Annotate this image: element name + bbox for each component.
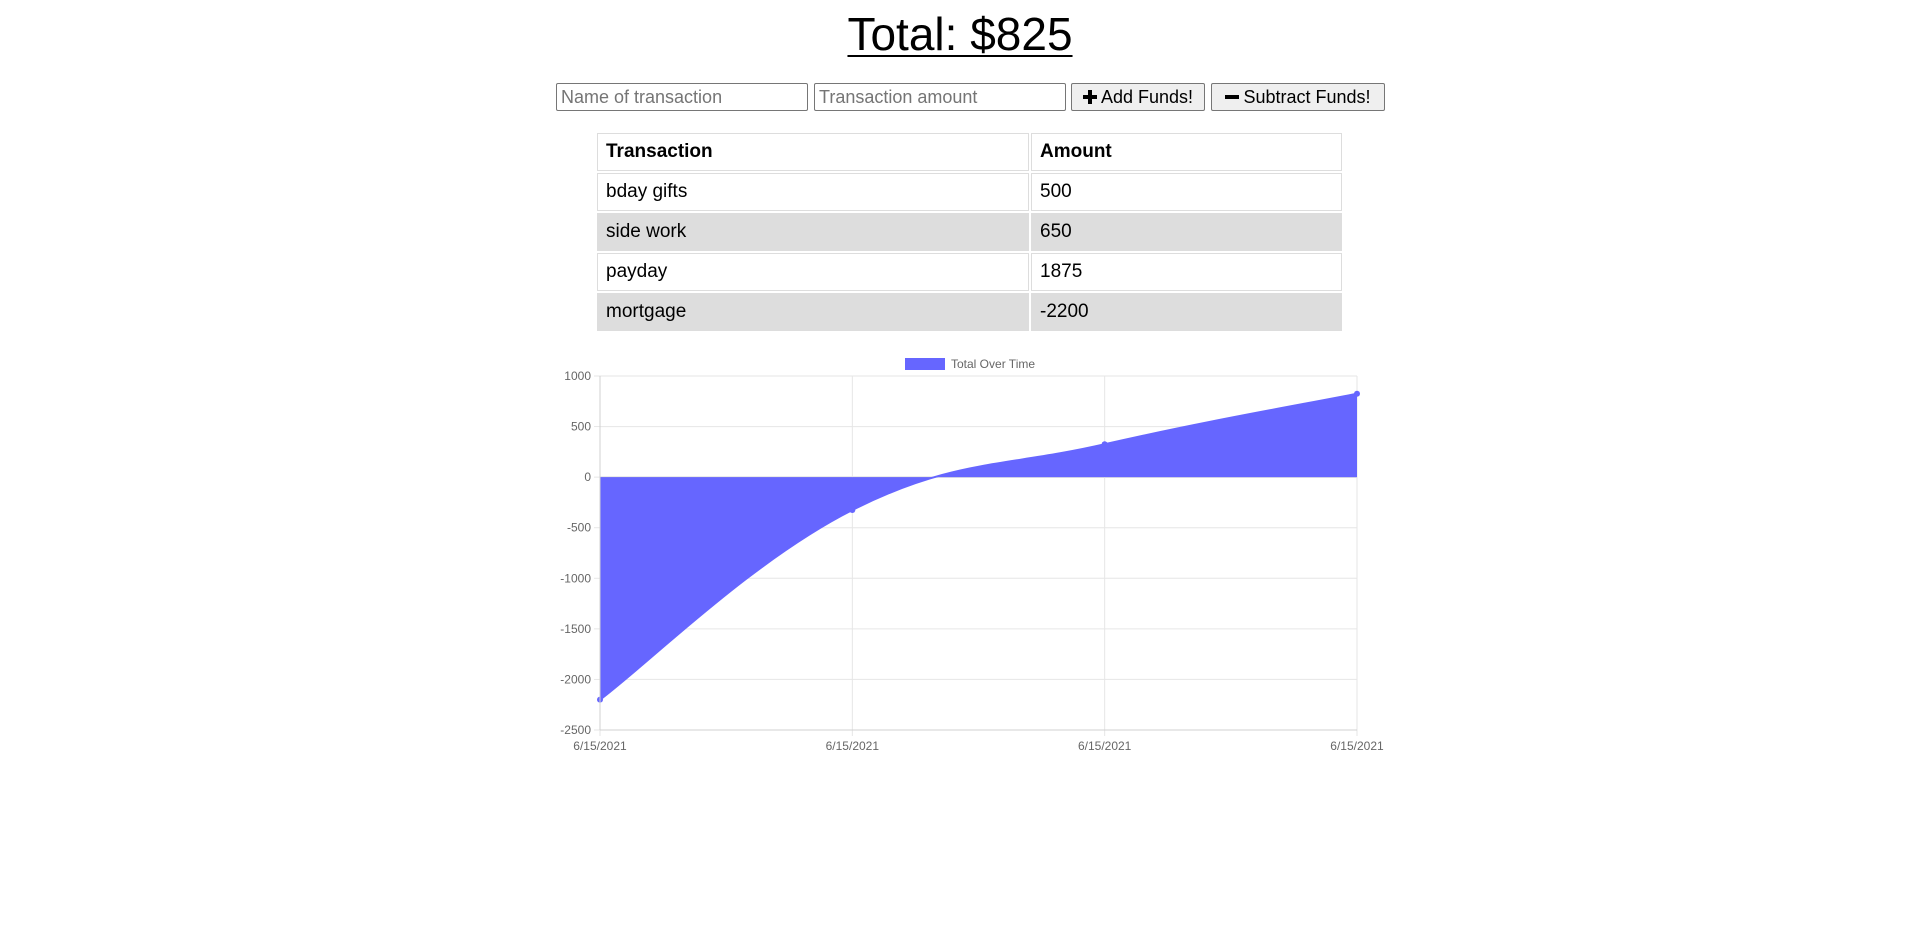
y-tick-label: -500 xyxy=(567,521,591,535)
column-header-amount: Amount xyxy=(1031,133,1342,171)
transaction-name-cell: mortgage xyxy=(597,293,1029,331)
transaction-name-cell: side work xyxy=(597,213,1029,251)
total-over-time-chart: 1000 500 0 -500 -1000 -1500 -2000 -2500 6/15/202… xyxy=(540,346,1400,756)
transaction-amount-cell: -2200 xyxy=(1031,293,1342,331)
data-point xyxy=(849,507,856,514)
legend-swatch xyxy=(905,358,945,370)
add-funds-label: Add Funds! xyxy=(1100,86,1194,107)
minus-icon xyxy=(1225,90,1240,104)
x-tick-label: 6/15/2021 xyxy=(573,739,627,753)
table-row: payday 1875 xyxy=(597,253,1342,291)
column-header-transaction: Transaction xyxy=(597,133,1029,171)
transaction-name-input[interactable] xyxy=(556,83,808,111)
data-point xyxy=(1354,390,1360,397)
legend-label: Total Over Time xyxy=(951,357,1035,371)
table-row: bday gifts 500 xyxy=(597,173,1342,211)
transactions-table: Transaction Amount bday gifts 500 side w… xyxy=(595,131,1344,333)
total-heading: Total: $825 xyxy=(847,8,1073,60)
y-tick-label: 1000 xyxy=(564,369,591,383)
transaction-amount-cell: 650 xyxy=(1031,213,1342,251)
y-tick-label: -1000 xyxy=(560,571,591,585)
transaction-amount-cell: 1875 xyxy=(1031,253,1342,291)
transaction-amount-input[interactable] xyxy=(814,83,1066,111)
budget-page: Total: $825 Add Funds! Subtract Funds! T… xyxy=(0,0,1920,937)
chart-canvas: 1000 500 0 -500 -1000 -1500 -2000 -2500 6/15/202… xyxy=(560,357,1384,753)
y-tick-label: -2000 xyxy=(560,672,591,686)
data-point xyxy=(1101,441,1108,448)
table-row: mortgage -2200 xyxy=(597,293,1342,331)
plus-icon xyxy=(1082,90,1097,104)
table-header-row: Transaction Amount xyxy=(597,133,1342,171)
transaction-name-cell: payday xyxy=(597,253,1029,291)
x-tick-label: 6/15/2021 xyxy=(826,739,880,753)
y-tick-label: 0 xyxy=(584,470,591,484)
transaction-amount-cell: 500 xyxy=(1031,173,1342,211)
series-area xyxy=(600,393,1357,700)
x-tick-label: 6/15/2021 xyxy=(1330,739,1384,753)
add-funds-button[interactable]: Add Funds! xyxy=(1071,83,1205,111)
table-row: side work 650 xyxy=(597,213,1342,251)
y-tick-label: 500 xyxy=(571,420,591,434)
y-tick-label: -2500 xyxy=(560,723,591,737)
transaction-form: Add Funds! Subtract Funds! xyxy=(0,83,1920,111)
subtract-funds-label: Subtract Funds! xyxy=(1243,86,1371,107)
y-tick-label: -1500 xyxy=(560,622,591,636)
subtract-funds-button[interactable]: Subtract Funds! xyxy=(1211,83,1385,111)
x-tick-label: 6/15/2021 xyxy=(1078,739,1132,753)
transaction-name-cell: bday gifts xyxy=(597,173,1029,211)
